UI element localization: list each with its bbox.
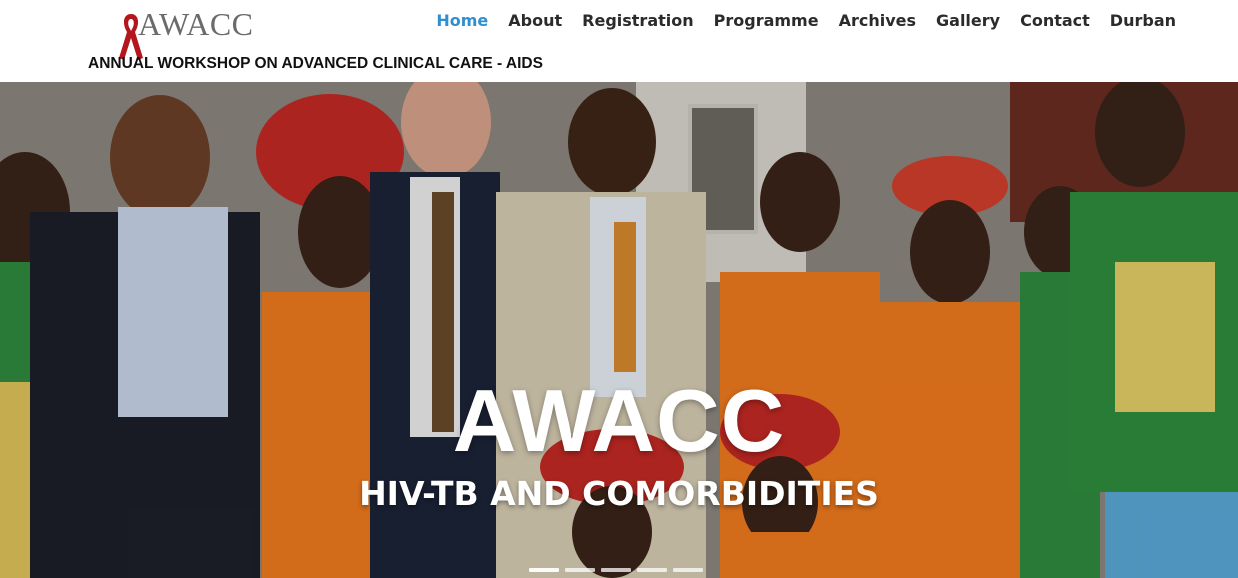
hero-title: AWACC xyxy=(452,371,786,470)
main-nav: Home About Registration Programme Archiv… xyxy=(436,10,1176,32)
nav-registration[interactable]: Registration xyxy=(582,10,693,32)
slider-dot-5[interactable] xyxy=(673,568,703,572)
logo-tagline: ANNUAL WORKSHOP ON ADVANCED CLINICAL CAR… xyxy=(88,55,543,72)
nav-archives[interactable]: Archives xyxy=(839,10,916,32)
slider-dot-4[interactable] xyxy=(637,568,667,572)
nav-about[interactable]: About xyxy=(508,10,562,32)
nav-gallery[interactable]: Gallery xyxy=(936,10,1000,32)
slider-dot-1[interactable] xyxy=(529,568,559,572)
slider-pagination xyxy=(529,568,703,572)
hero-subtitle: HIV-TB AND COMORBIDITIES xyxy=(359,474,879,513)
slider-dot-2[interactable] xyxy=(565,568,595,572)
nav-programme[interactable]: Programme xyxy=(714,10,819,32)
nav-contact[interactable]: Contact xyxy=(1020,10,1090,32)
slider-dot-3[interactable] xyxy=(601,568,631,572)
nav-durban[interactable]: Durban xyxy=(1110,10,1176,32)
nav-home[interactable]: Home xyxy=(436,10,488,32)
hero-slider[interactable]: AWACC HIV-TB AND COMORBIDITIES xyxy=(0,82,1238,578)
site-header: AWACC ANNUAL WORKSHOP ON ADVANCED CLINIC… xyxy=(0,0,1238,82)
logo-wordmark: AWACC xyxy=(138,6,254,42)
